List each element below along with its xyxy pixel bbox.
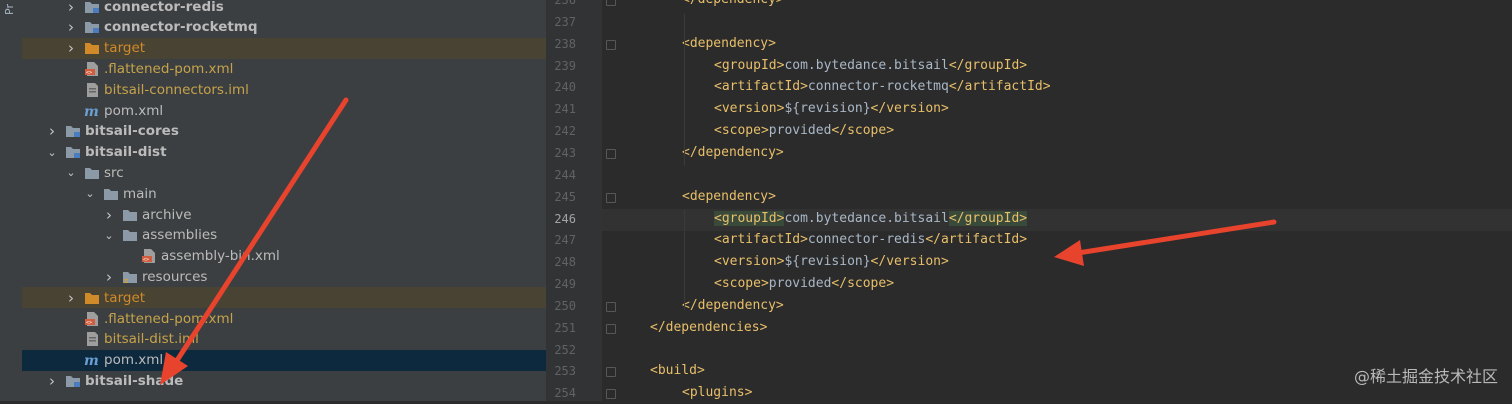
arrow-to-connector-redis <box>1054 219 1277 266</box>
annotation-arrows <box>160 97 1277 385</box>
arrow-to-pom-xml <box>160 97 349 385</box>
